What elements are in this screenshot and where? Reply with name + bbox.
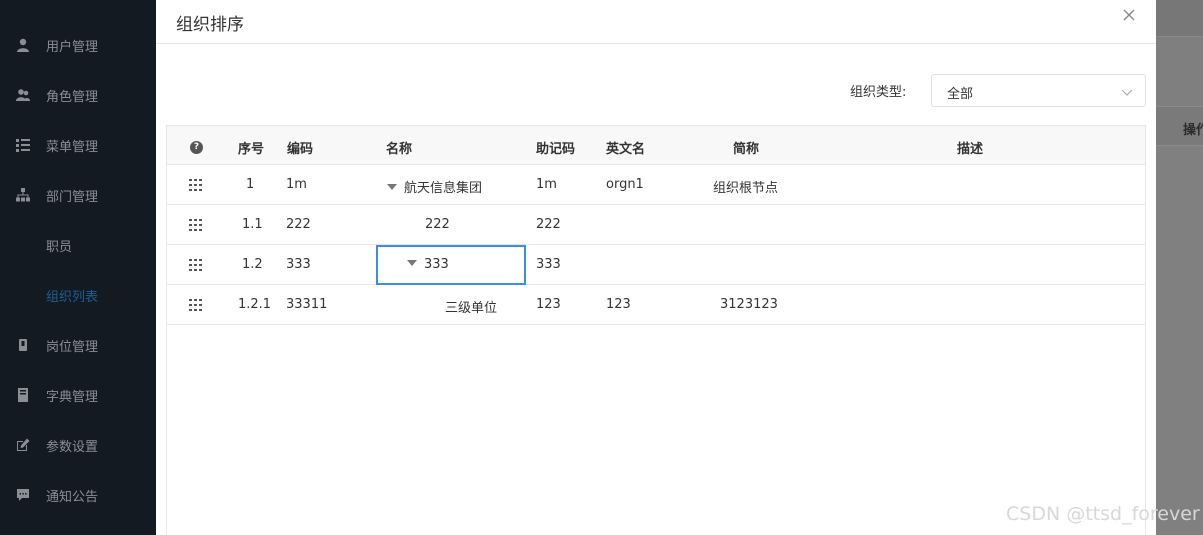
org-type-label: 组织类型: <box>850 85 907 100</box>
background-column-header: 操作 <box>1183 123 1203 138</box>
cell-short: 组织根节点 <box>713 181 779 196</box>
sitemap-icon <box>16 188 30 202</box>
table-row[interactable]: 1.2.1 33311 三级单位 123 123 3123123 <box>167 285 1145 325</box>
cell-seq: 1 <box>246 177 255 192</box>
drag-handle-icon[interactable] <box>189 259 203 271</box>
sidebar-item-parameter-settings[interactable]: 参数设置 <box>0 420 156 470</box>
sidebar-item-label: 菜单管理 <box>46 139 99 155</box>
sidebar-item-post-management[interactable]: 岗位管理 <box>0 320 156 370</box>
column-header-seq: 序号 <box>238 142 265 157</box>
expand-caret-icon[interactable] <box>407 260 417 266</box>
sidebar-item-label: 用户管理 <box>46 39 99 55</box>
cell-mnemonic: 123 <box>536 297 561 312</box>
table-row[interactable]: 1.1 222 222 222 <box>167 205 1145 245</box>
close-button[interactable] <box>1122 8 1138 24</box>
sidebar-item-label: 部门管理 <box>46 189 99 205</box>
drag-handle-icon[interactable] <box>189 299 203 311</box>
dialog-title: 组织排序 <box>176 15 244 35</box>
cell-english: 123 <box>606 297 631 312</box>
comment-icon <box>16 488 30 502</box>
sidebar-item-department-management[interactable]: 部门管理 <box>0 170 156 220</box>
table-row[interactable]: 1 1m 航天信息集团 1m orgn1 组织根节点 <box>167 165 1145 205</box>
cell-seq: 1.1 <box>242 217 263 232</box>
sidebar-item-organization-list[interactable]: 组织列表 <box>0 270 156 320</box>
table-header: ? 序号 编码 名称 助记码 英文名 简称 描述 <box>167 126 1145 165</box>
drag-handle-icon[interactable] <box>189 179 203 191</box>
sidebar-item-label: 通知公告 <box>46 489 99 505</box>
selected-cell-outline[interactable] <box>376 245 526 285</box>
column-header-short: 简称 <box>733 142 760 157</box>
menu-list-icon <box>16 138 30 152</box>
org-type-select[interactable]: 全部 <box>931 74 1146 107</box>
column-header-desc: 描述 <box>957 142 984 157</box>
column-header-name: 名称 <box>386 142 413 157</box>
sidebar-item-label: 岗位管理 <box>46 339 99 355</box>
help-icon[interactable]: ? <box>190 141 203 154</box>
edit-icon <box>16 438 30 452</box>
sidebar-item-role-management[interactable]: 角色管理 <box>0 70 156 120</box>
cell-code: 222 <box>286 217 311 232</box>
background-page: 操作 <box>1156 0 1203 535</box>
column-header-english: 英文名 <box>606 142 646 157</box>
user-icon <box>16 38 30 52</box>
sidebar-item-label: 参数设置 <box>46 439 99 455</box>
cell-code: 333 <box>286 257 311 272</box>
background-table-header: 操作 <box>1156 106 1203 146</box>
book-icon <box>16 388 30 402</box>
chevron-down-icon <box>1121 86 1133 96</box>
org-type-value: 全部 <box>947 87 974 102</box>
sidebar-item-label: 字典管理 <box>46 389 99 405</box>
sidebar-item-menu-management[interactable]: 菜单管理 <box>0 120 156 170</box>
cell-mnemonic: 222 <box>536 217 561 232</box>
sidebar-item-dictionary-management[interactable]: 字典管理 <box>0 370 156 420</box>
close-icon <box>1123 9 1135 21</box>
cell-code: 1m <box>286 177 307 192</box>
sidebar-item-label: 组织列表 <box>46 289 99 305</box>
sidebar-item-notice[interactable]: 通知公告 <box>0 470 156 520</box>
cell-code: 33311 <box>286 297 328 312</box>
sidebar-item-label: 职员 <box>46 239 73 255</box>
org-sort-table: ? 序号 编码 名称 助记码 英文名 简称 描述 1 1m 航天信息集团 1m … <box>166 125 1146 535</box>
cell-name: 航天信息集团 <box>387 177 482 196</box>
cell-seq: 1.2.1 <box>238 297 272 312</box>
cell-name: 333 <box>407 257 449 272</box>
drag-handle-icon[interactable] <box>189 219 203 231</box>
cell-mnemonic: 1m <box>536 177 557 192</box>
badge-icon <box>16 338 30 352</box>
expand-caret-icon[interactable] <box>387 184 397 190</box>
sort-dialog: 组织排序 组织类型: 全部 ? 序号 编码 名称 助记码 英文名 简称 描述 1… <box>156 0 1156 535</box>
sidebar-item-staff[interactable]: 职员 <box>0 220 156 270</box>
cell-english: orgn1 <box>606 177 644 192</box>
column-header-mnemonic: 助记码 <box>536 142 576 157</box>
sidebar: 用户管理 角色管理 菜单管理 部门管理 职员 组织列表 岗位管理 字典管理 参数… <box>0 0 156 535</box>
cell-short: 3123123 <box>720 297 778 312</box>
watermark: CSDN @ttsd_forever <box>1006 503 1200 525</box>
cell-name: 三级单位 <box>445 301 498 316</box>
dialog-header: 组织排序 <box>156 0 1156 44</box>
cell-seq: 1.2 <box>242 257 263 272</box>
cell-mnemonic: 333 <box>536 257 561 272</box>
column-header-code: 编码 <box>287 142 314 157</box>
cell-name: 222 <box>425 217 450 232</box>
sidebar-item-label: 角色管理 <box>46 89 99 105</box>
table-row[interactable]: 1.2 333 333 333 <box>167 245 1145 285</box>
users-icon <box>16 88 30 102</box>
sidebar-item-user-management[interactable]: 用户管理 <box>0 20 156 70</box>
